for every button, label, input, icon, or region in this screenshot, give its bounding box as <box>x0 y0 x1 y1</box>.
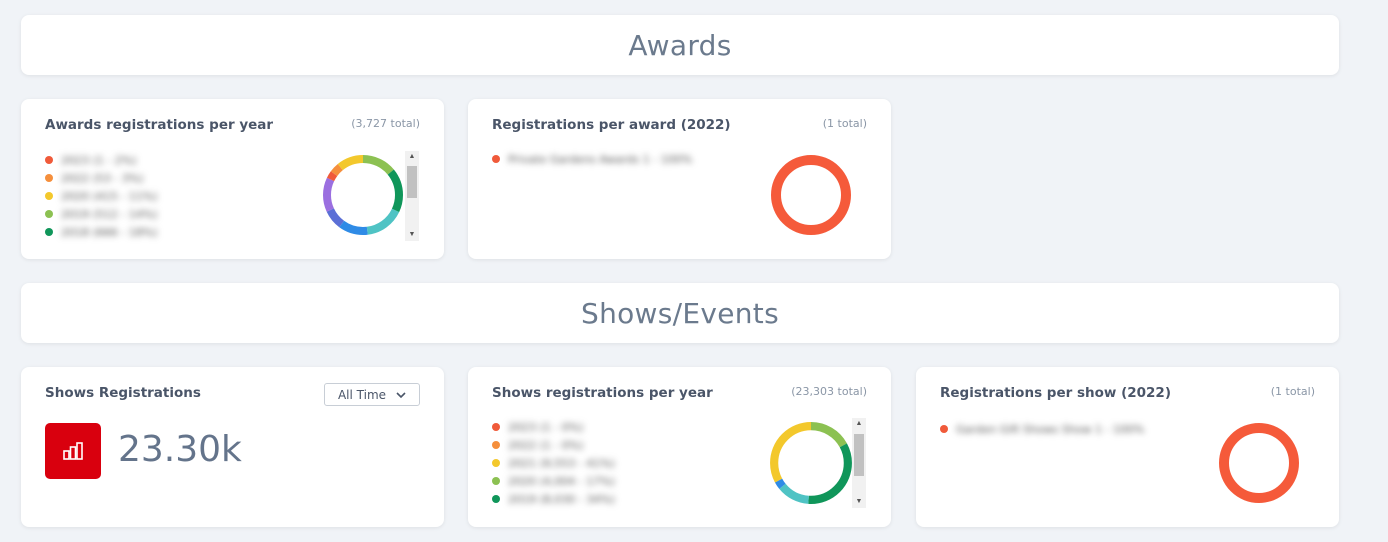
legend-item[interactable]: 2019 (512 - 14%) <box>45 205 157 223</box>
card-title: Shows Registrations <box>45 385 201 401</box>
legend-item[interactable]: 2020 (415 - 11%) <box>45 187 157 205</box>
legend-item[interactable]: 2023 (1 - 2%) <box>45 151 157 169</box>
shows-per-year-donut <box>770 422 852 504</box>
bar-chart-icon <box>45 423 101 479</box>
legend-item[interactable]: 2023 (1 - 0%) <box>492 418 615 436</box>
legend-label: Private Gardens Awards 1 - 100% <box>508 152 693 166</box>
legend-dot <box>45 156 53 164</box>
legend-dot <box>492 495 500 503</box>
registrations-per-award-donut <box>771 155 851 235</box>
legend-dot <box>45 174 53 182</box>
legend-item[interactable]: 2021 (9,553 - 41%) <box>492 454 615 472</box>
legend-label: 2021 (9,553 - 41%) <box>508 456 615 470</box>
shows-registrations-value: 23.30k <box>118 429 242 470</box>
shows-section-title: Shows/Events <box>581 296 779 330</box>
awards-section-header: Awards <box>21 15 1339 75</box>
legend-item[interactable]: 2022 (53 - 3%) <box>45 169 157 187</box>
legend-dot <box>492 459 500 467</box>
legend-label: 2022 (1 - 0%) <box>508 438 584 452</box>
legend-scrollbar[interactable]: ▲ ▼ <box>405 151 419 241</box>
legend-label: 2019 (512 - 14%) <box>61 207 158 221</box>
legend-dot <box>492 477 500 485</box>
scroll-up-icon[interactable]: ▲ <box>405 151 419 163</box>
card-total: (23,303 total) <box>791 385 867 398</box>
legend-label: 2022 (53 - 3%) <box>61 171 144 185</box>
legend-label: 2023 (1 - 0%) <box>508 420 584 434</box>
card-total: (3,727 total) <box>351 117 420 130</box>
registrations-per-show-card: Registrations per show (2022) (1 total) … <box>916 367 1339 527</box>
donut-ring <box>771 155 851 235</box>
awards-per-year-donut <box>323 155 403 235</box>
registrations-per-show-donut <box>1219 423 1299 503</box>
chevron-down-icon <box>396 391 406 398</box>
legend-item[interactable]: 2022 (1 - 0%) <box>492 436 615 454</box>
card-total: (1 total) <box>822 117 867 130</box>
legend-dot <box>45 210 53 218</box>
dropdown-value: All Time <box>337 387 387 402</box>
card-title: Registrations per show (2022) <box>940 385 1171 401</box>
card-title: Registrations per award (2022) <box>492 117 731 133</box>
shows-section-header: Shows/Events <box>21 283 1339 343</box>
legend-item[interactable]: 2020 (4,004 - 17%) <box>492 472 615 490</box>
awards-section-title: Awards <box>628 28 732 62</box>
scroll-thumb[interactable] <box>854 434 864 476</box>
legend-label: 2018 (666 - 18%) <box>61 225 158 239</box>
registrations-per-award-card: Registrations per award (2022) (1 total)… <box>468 99 891 259</box>
time-range-dropdown[interactable]: All Time <box>324 383 420 406</box>
card-total: (1 total) <box>1270 385 1315 398</box>
chart-legend: 2023 (1 - 0%) 2022 (1 - 0%) 2021 (9,553 … <box>492 418 615 508</box>
scroll-down-icon[interactable]: ▼ <box>405 229 419 241</box>
donut-ring <box>1219 423 1299 503</box>
legend-item[interactable]: Private Gardens Awards 1 - 100% <box>492 150 692 168</box>
legend-label: 2019 (8,030 - 34%) <box>508 492 615 506</box>
scroll-down-icon[interactable]: ▼ <box>852 496 866 508</box>
shows-per-year-card: Shows registrations per year (23,303 tot… <box>468 367 891 527</box>
shows-registrations-card: Shows Registrations All Time 23.30k <box>21 367 444 527</box>
legend-item[interactable]: Garden Gift Shows Show 1 - 100% <box>940 420 1144 438</box>
card-title: Shows registrations per year <box>492 385 713 401</box>
legend-dot <box>492 423 500 431</box>
legend-item[interactable]: 2019 (8,030 - 34%) <box>492 490 615 508</box>
chart-legend: 2023 (1 - 2%) 2022 (53 - 3%) 2020 (415 -… <box>45 151 157 241</box>
chart-legend: Garden Gift Shows Show 1 - 100% <box>940 420 1144 438</box>
legend-dot <box>492 155 500 163</box>
legend-dot <box>492 441 500 449</box>
legend-dot <box>45 228 53 236</box>
card-title: Awards registrations per year <box>45 117 274 133</box>
legend-scrollbar[interactable]: ▲ ▼ <box>852 418 866 508</box>
legend-label: 2020 (4,004 - 17%) <box>508 474 615 488</box>
legend-item[interactable]: 2018 (666 - 18%) <box>45 223 157 241</box>
scroll-thumb[interactable] <box>407 166 417 198</box>
awards-per-year-card: Awards registrations per year (3,727 tot… <box>21 99 444 259</box>
legend-dot <box>940 425 948 433</box>
legend-label: 2020 (415 - 11%) <box>61 189 158 203</box>
legend-dot <box>45 192 53 200</box>
legend-label: 2023 (1 - 2%) <box>61 153 137 167</box>
scroll-up-icon[interactable]: ▲ <box>852 418 866 430</box>
legend-label: Garden Gift Shows Show 1 - 100% <box>956 422 1145 436</box>
chart-legend: Private Gardens Awards 1 - 100% <box>492 150 692 168</box>
